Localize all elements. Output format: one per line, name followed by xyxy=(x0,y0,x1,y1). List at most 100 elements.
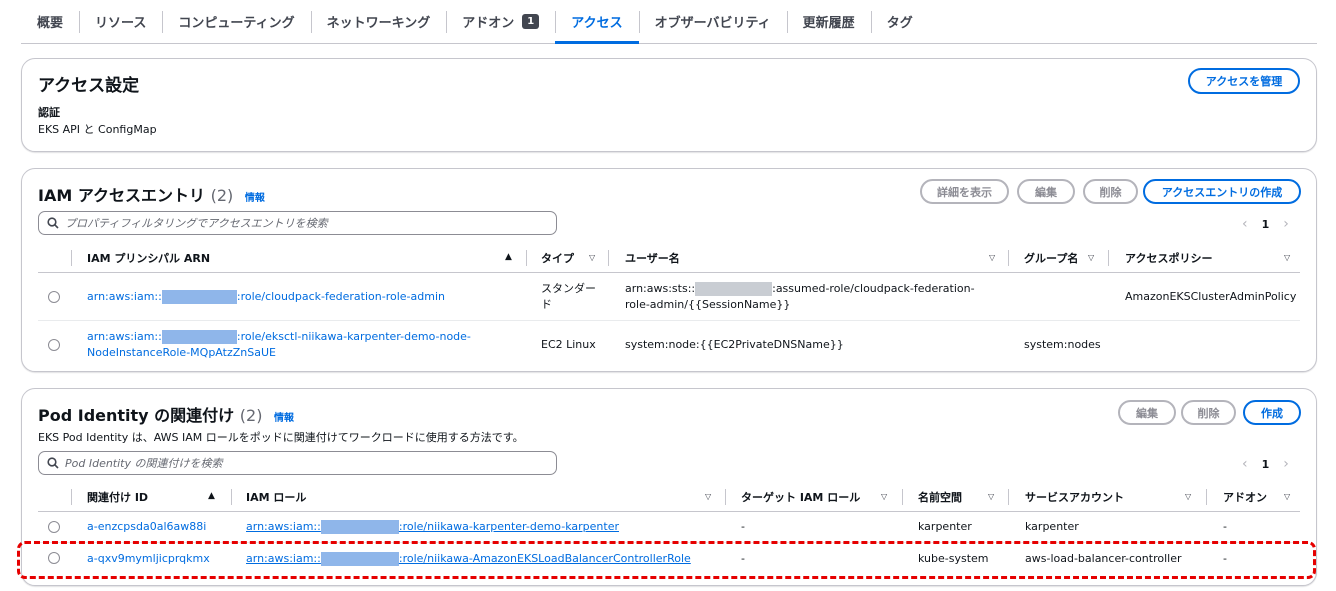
view-details-button[interactable]: 詳細を表示 xyxy=(920,179,1009,204)
pod-identity-pagination: ‹ 1 › xyxy=(1242,456,1289,472)
tab-label: ネットワーキング xyxy=(326,16,431,31)
pod-identity-search-input[interactable]: Pod Identity の関連付けを検索 xyxy=(38,451,557,475)
principal-arn-link[interactable]: arn:aws:iam:::role/cloudpack-federation-… xyxy=(87,289,445,305)
row-radio-button[interactable] xyxy=(48,339,60,351)
sort-descending-icon[interactable]: ▽ xyxy=(989,253,995,262)
delete-entry-button[interactable]: 削除 xyxy=(1083,179,1138,204)
row-radio-button[interactable] xyxy=(48,521,60,533)
addon-count-badge: 1 xyxy=(522,14,540,29)
tab-observability[interactable]: オブザーバビリティ xyxy=(638,0,787,43)
search-placeholder: プロパティフィルタリングでアクセスエントリを検索 xyxy=(65,217,328,230)
column-header-target-iam-role[interactable]: ターゲット IAM ロール xyxy=(741,482,860,511)
service-account-cell: karpenter xyxy=(1025,520,1079,533)
column-divider xyxy=(71,250,72,266)
access-settings-card: アクセス設定 アクセスを管理 認証 EKS API と ConfigMap xyxy=(21,58,1317,152)
principal-arn-cell[interactable]: arn:aws:iam:::role/cloudpack-federation-… xyxy=(87,273,507,320)
iam-role-link[interactable]: arn:aws:iam:::role/niikawa-karpenter-dem… xyxy=(246,519,619,535)
sort-descending-icon[interactable]: ▽ xyxy=(1284,492,1290,501)
chevron-left-icon[interactable]: ‹ xyxy=(1242,216,1248,232)
tab-label: タグ xyxy=(886,16,913,31)
sort-ascending-icon[interactable]: ▲ xyxy=(505,252,512,262)
edit-association-button[interactable]: 編集 xyxy=(1118,400,1176,425)
role-prefix: arn:aws:iam:: xyxy=(246,520,321,533)
arn-prefix: arn:aws:iam:: xyxy=(87,289,162,303)
type-cell: EC2 Linux xyxy=(541,338,596,351)
create-access-entry-button[interactable]: アクセスエントリの作成 xyxy=(1143,179,1301,204)
access-policy-cell: AmazonEKSClusterAdminPolicy xyxy=(1125,289,1297,303)
column-header-namespace[interactable]: 名前空間 xyxy=(918,482,962,511)
column-divider xyxy=(725,489,726,505)
iam-entries-pagination: ‹ 1 › xyxy=(1242,216,1289,232)
row-radio-button[interactable] xyxy=(48,291,60,303)
pod-identity-info-link[interactable]: 情報 xyxy=(274,413,294,424)
search-icon xyxy=(47,217,59,229)
iam-entries-info-link[interactable]: 情報 xyxy=(245,193,265,204)
auth-value: EKS API と ConfigMap xyxy=(38,123,157,136)
delete-association-button[interactable]: 削除 xyxy=(1181,400,1236,425)
access-settings-title: アクセス設定 xyxy=(38,76,140,96)
table-row[interactable]: arn:aws:iam:::role/eksctl-niikawa-karpen… xyxy=(38,321,1300,369)
tab-addons[interactable]: アドオン 1 xyxy=(446,0,555,43)
arn-suffix: :role/cloudpack-federation-role-admin xyxy=(236,289,445,303)
tab-compute[interactable]: コンピューティング xyxy=(162,0,310,43)
sort-descending-icon[interactable]: ▽ xyxy=(589,253,595,262)
tab-tags[interactable]: タグ xyxy=(870,0,929,43)
page-number[interactable]: 1 xyxy=(1262,218,1270,231)
column-header-group[interactable]: グループ名 xyxy=(1024,243,1078,272)
tab-access[interactable]: アクセス xyxy=(555,0,639,44)
sort-descending-icon[interactable]: ▽ xyxy=(705,492,711,501)
sort-descending-icon[interactable]: ▽ xyxy=(1088,253,1094,262)
chevron-left-icon[interactable]: ‹ xyxy=(1242,456,1248,472)
username-cell: arn:aws:sts:::assumed-role/cloudpack-fed… xyxy=(625,273,997,320)
column-divider xyxy=(1008,250,1009,266)
column-divider xyxy=(526,250,527,266)
sort-descending-icon[interactable]: ▽ xyxy=(1284,253,1290,262)
tab-update-history[interactable]: 更新履歴 xyxy=(786,0,871,43)
chevron-right-icon[interactable]: › xyxy=(1283,216,1289,232)
redacted-account-id xyxy=(161,330,237,344)
tab-networking[interactable]: ネットワーキング xyxy=(310,0,447,43)
page-number[interactable]: 1 xyxy=(1262,458,1270,471)
sort-descending-icon[interactable]: ▽ xyxy=(1185,492,1191,501)
iam-entries-title: IAM アクセスエントリ xyxy=(38,186,206,205)
iam-role-cell[interactable]: arn:aws:iam:::role/niikawa-karpenter-dem… xyxy=(246,512,619,542)
column-header-principal-arn[interactable]: IAM プリンシパル ARN xyxy=(87,243,210,272)
chevron-right-icon[interactable]: › xyxy=(1283,456,1289,472)
pod-identity-count: (2) xyxy=(239,406,263,425)
edit-entry-button[interactable]: 編集 xyxy=(1017,179,1075,204)
column-divider xyxy=(231,489,232,505)
sort-ascending-icon[interactable]: ▲ xyxy=(208,491,215,501)
group-cell: system:nodes xyxy=(1024,338,1101,351)
arn-prefix: arn:aws:iam:: xyxy=(87,330,162,343)
column-header-username[interactable]: ユーザー名 xyxy=(625,243,680,272)
column-divider xyxy=(71,489,72,505)
redacted-account-id xyxy=(320,520,399,534)
column-header-iam-role[interactable]: IAM ロール xyxy=(246,482,306,511)
column-header-type[interactable]: タイプ xyxy=(541,243,574,272)
create-association-button[interactable]: 作成 xyxy=(1243,400,1301,425)
sort-descending-icon[interactable]: ▽ xyxy=(881,492,887,501)
column-header-association-id[interactable]: 関連付け ID xyxy=(87,482,148,511)
column-divider xyxy=(1206,489,1207,505)
tab-label: アドオン xyxy=(462,16,515,31)
association-id-link[interactable]: a-enzcpsda0al6aw88i xyxy=(87,512,206,542)
principal-arn-cell[interactable]: arn:aws:iam:::role/eksctl-niikawa-karpen… xyxy=(87,321,477,369)
table-row[interactable]: a-enzcpsda0al6aw88i arn:aws:iam:::role/n… xyxy=(38,512,1300,543)
role-suffix: :role/niikawa-karpenter-demo-karpenter xyxy=(398,520,619,533)
search-placeholder: Pod Identity の関連付けを検索 xyxy=(65,457,223,470)
sort-descending-icon[interactable]: ▽ xyxy=(988,492,994,501)
column-header-addon[interactable]: アドオン xyxy=(1223,482,1267,511)
manage-access-button[interactable]: アクセスを管理 xyxy=(1188,68,1300,94)
namespace-cell: karpenter xyxy=(918,520,972,533)
tab-resources[interactable]: リソース xyxy=(79,0,162,43)
iam-entries-table-header: IAM プリンシパル ARN ▲ タイプ ▽ ユーザー名 ▽ グループ名 ▽ ア… xyxy=(38,243,1300,273)
column-header-service-account[interactable]: サービスアカウント xyxy=(1025,482,1124,511)
table-row[interactable]: arn:aws:iam:::role/cloudpack-federation-… xyxy=(38,273,1300,321)
column-header-access-policy[interactable]: アクセスポリシー xyxy=(1125,243,1212,272)
tab-overview[interactable]: 概要 xyxy=(21,0,79,43)
tab-label: 概要 xyxy=(37,16,64,31)
access-entry-search-input[interactable]: プロパティフィルタリングでアクセスエントリを検索 xyxy=(38,211,557,235)
column-divider xyxy=(1008,489,1009,505)
username-cell: system:node:{{EC2PrivateDNSName}} xyxy=(625,338,844,351)
principal-arn-link[interactable]: arn:aws:iam:::role/eksctl-niikawa-karpen… xyxy=(87,329,477,361)
